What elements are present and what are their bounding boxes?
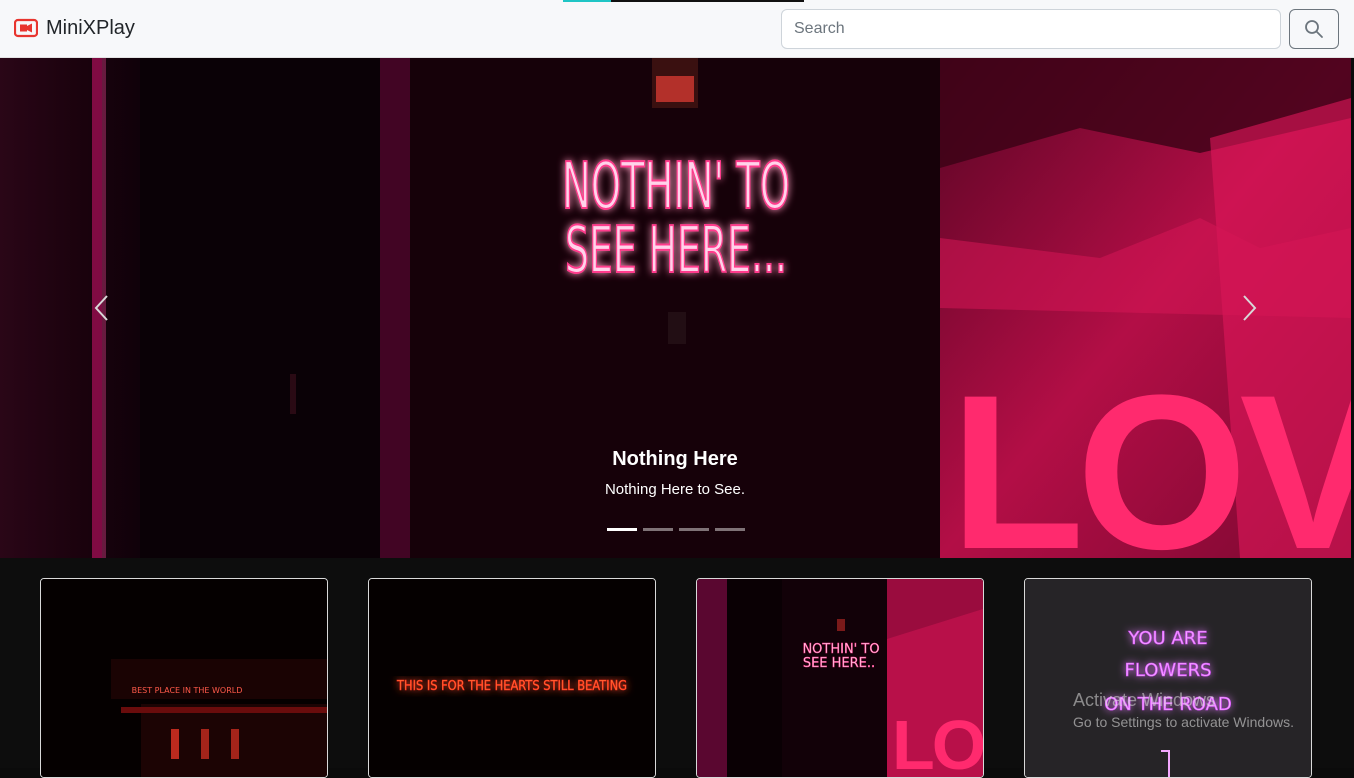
hero-neon-line-1: NOTHIN' TO	[562, 150, 790, 224]
card-wall-text: LOVE	[892, 706, 983, 777]
carousel-indicator[interactable]	[643, 528, 673, 531]
card-thumbnail: BEST PLACE IN THE WORLD	[41, 579, 327, 777]
hero-carousel: LOVE NOTHIN' TO SEE HERE... Nothing Here…	[0, 58, 1351, 558]
card-neon-line-2: FLOWERS	[1124, 660, 1211, 681]
page-progress-track	[611, 0, 804, 2]
card-neon-line-1: YOU ARE	[1127, 628, 1207, 649]
card-neon-line-3: ON THE ROAD	[1104, 694, 1232, 715]
card-thumbnail: LOVE NOTHIN' TO SEE HERE..	[697, 579, 983, 777]
brand[interactable]: MiniXPlay	[14, 17, 135, 39]
search-button[interactable]	[1289, 9, 1339, 49]
carousel-next-button[interactable]	[1235, 290, 1265, 326]
hero-wall-text: LOVE	[950, 349, 1351, 558]
navbar: MiniXPlay	[0, 0, 1354, 58]
video-card[interactable]: YOU ARE FLOWERS ON THE ROAD	[1024, 578, 1312, 778]
carousel-indicator[interactable]	[715, 528, 745, 531]
chevron-right-icon	[1243, 295, 1257, 321]
video-card-grid: BEST PLACE IN THE WORLD THIS IS FOR THE …	[0, 558, 1354, 778]
card-neon-line-1: NOTHIN' TO	[802, 642, 879, 657]
video-card[interactable]: BEST PLACE IN THE WORLD	[40, 578, 328, 778]
carousel-indicator[interactable]	[679, 528, 709, 531]
card-neon-line-2: SEE HERE..	[803, 656, 875, 671]
carousel-caption-title: Nothing Here	[612, 448, 738, 470]
brand-name: MiniXPlay	[46, 17, 135, 39]
video-card[interactable]: LOVE NOTHIN' TO SEE HERE..	[696, 578, 984, 778]
carousel-caption-text: Nothing Here to See.	[604, 481, 746, 498]
search-input[interactable]	[781, 9, 1281, 49]
carousel-indicators	[607, 528, 745, 531]
card-neon-text: THIS IS FOR THE HEARTS STILL BEATING	[396, 679, 627, 694]
video-card[interactable]: THIS IS FOR THE HEARTS STILL BEATING	[368, 578, 656, 778]
video-camera-icon	[14, 18, 38, 38]
chevron-left-icon	[94, 295, 108, 321]
card-neon-text: BEST PLACE IN THE WORLD	[132, 686, 243, 695]
search-icon	[1305, 20, 1323, 38]
page-progress-line	[563, 0, 611, 2]
hero-neon-line-2: SEE HERE...	[565, 214, 787, 288]
card-thumbnail: THIS IS FOR THE HEARTS STILL BEATING	[369, 579, 655, 777]
carousel-prev-button[interactable]	[86, 290, 116, 326]
carousel-indicator[interactable]	[607, 528, 637, 531]
card-thumbnail: YOU ARE FLOWERS ON THE ROAD	[1025, 579, 1311, 777]
